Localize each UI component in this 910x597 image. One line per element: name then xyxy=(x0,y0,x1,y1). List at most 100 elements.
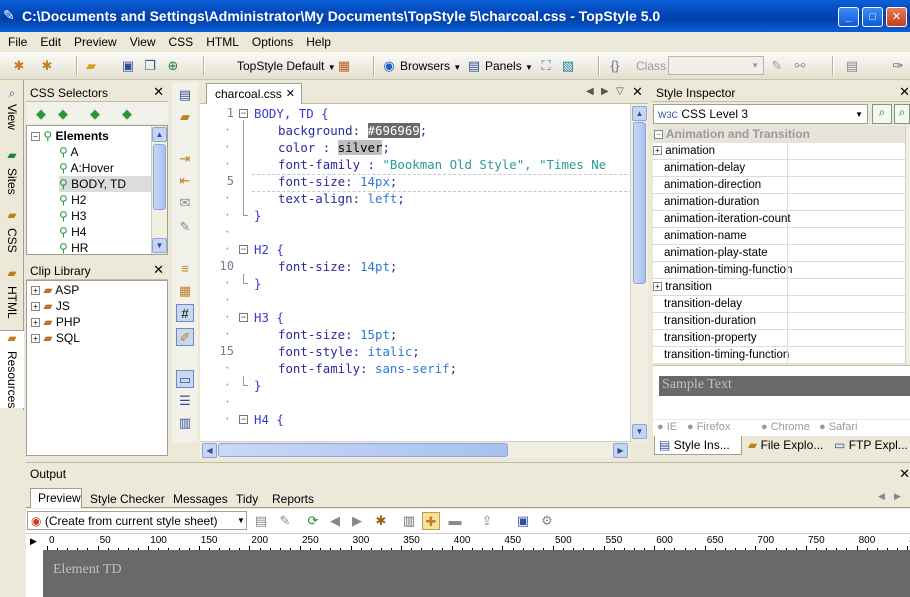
export-icon[interactable]: ⇪ xyxy=(478,512,496,530)
brush-icon[interactable]: ✐ xyxy=(176,328,194,346)
delete-selector-icon[interactable]: ◆ xyxy=(118,105,136,123)
menu-html[interactable]: HTML xyxy=(198,32,244,49)
browser-icon[interactable]: ◉ xyxy=(380,57,398,75)
panels-dropdown[interactable]: Panels ▼ xyxy=(485,56,533,76)
vtab-html[interactable]: ▰ HTML xyxy=(0,266,24,328)
upload-icon[interactable]: ⊕ xyxy=(164,57,182,75)
class-dropdown[interactable]: ▼ xyxy=(668,56,764,75)
scroll-down-icon[interactable]: ▼ xyxy=(632,424,647,439)
vtab-sites[interactable]: ▰ Sites xyxy=(0,148,24,208)
style-dropdown[interactable]: TopStyle Default ▼ xyxy=(237,56,336,76)
close-icon[interactable]: ✕ xyxy=(899,466,910,482)
tab-ftp-explorer[interactable]: ▭ FTP Expl... xyxy=(830,436,910,455)
inspector-property-row[interactable]: transition-timing-function xyxy=(653,347,905,364)
image-icon[interactable]: ▧ xyxy=(559,57,577,75)
tree-item[interactable]: ⚲ A:Hover xyxy=(59,160,114,176)
inspector-property-row[interactable]: + animation xyxy=(653,143,905,160)
fold-icon[interactable]: − xyxy=(239,109,248,118)
inspector-property-row[interactable]: animation-duration xyxy=(653,194,905,211)
comment-icon[interactable]: ✉ xyxy=(176,194,194,212)
scroll-thumb[interactable] xyxy=(633,122,646,284)
maximize-button[interactable]: □ xyxy=(862,7,883,27)
inspector-property-row[interactable]: transition-duration xyxy=(653,313,905,330)
split-horizontal-icon[interactable]: ☰ xyxy=(176,392,194,410)
forward-icon[interactable]: ▶ xyxy=(348,512,366,530)
vtab-resources[interactable]: ▰ Resources xyxy=(0,330,24,408)
close-icon[interactable]: ✕ xyxy=(632,84,643,100)
layout-icon[interactable]: ▥ xyxy=(400,512,418,530)
tab-charcoal-css[interactable]: charcoal.css ✕ xyxy=(206,83,302,104)
menu-preview[interactable]: Preview xyxy=(66,32,122,49)
tab-tidy[interactable]: Tidy xyxy=(236,490,258,510)
clip-folder[interactable]: + ▰ SQL xyxy=(31,330,80,346)
close-icon[interactable]: ✕ xyxy=(286,87,295,100)
close-icon[interactable]: ✕ xyxy=(153,84,164,100)
preview-doc-icon[interactable]: ▤ xyxy=(252,512,270,530)
code-braces-icon[interactable]: {} xyxy=(606,57,624,75)
back-icon[interactable]: ◀ xyxy=(326,512,344,530)
vtab-css[interactable]: ▰ CSS xyxy=(0,208,24,260)
edit-selector-icon[interactable]: ◆ xyxy=(86,105,104,123)
filter-icon[interactable]: ⌕ xyxy=(894,104,910,124)
inspector-property-row[interactable]: animation-iteration-count xyxy=(653,211,905,228)
split-vertical-icon[interactable]: ▥ xyxy=(176,414,194,432)
tab-style-inspector[interactable]: ▤ Style Ins... xyxy=(654,436,742,455)
tab-next-icon[interactable]: ▶ xyxy=(894,491,901,502)
open-icon[interactable]: ▰ xyxy=(176,108,194,126)
editor-hscrollbar[interactable]: ◀ ▶ xyxy=(200,441,630,458)
clip-folder[interactable]: + ▰ JS xyxy=(31,298,70,314)
menu-help[interactable]: Help xyxy=(298,32,336,49)
debug-icon[interactable]: ✱ xyxy=(372,512,390,530)
tree-item[interactable]: ⚲ A xyxy=(59,144,78,160)
indent-icon[interactable]: ⇥ xyxy=(176,150,194,168)
tab-reports[interactable]: Reports xyxy=(272,490,314,510)
validate-icon[interactable]: ▤ xyxy=(843,57,861,75)
inspector-property-row[interactable]: animation-play-state xyxy=(653,245,905,262)
fold-icon[interactable]: − xyxy=(239,415,248,424)
tab-style-checker[interactable]: Style Checker xyxy=(90,490,165,510)
inspector-group[interactable]: − Animation and Transition xyxy=(653,126,905,143)
close-button[interactable]: ✕ xyxy=(886,7,907,27)
ruler-play-icon[interactable]: ▶ xyxy=(30,536,37,547)
tree-item[interactable]: ⚲ HR xyxy=(59,240,88,256)
inspector-property-row[interactable]: transition-property xyxy=(653,330,905,347)
expand-icon[interactable]: + xyxy=(653,146,662,156)
menu-options[interactable]: Options xyxy=(244,32,298,49)
edit-class-icon[interactable]: ✎ xyxy=(768,57,786,75)
scroll-thumb[interactable] xyxy=(153,144,166,210)
tab-messages[interactable]: Messages xyxy=(173,490,228,510)
tree-item-selected[interactable]: ⚲ BODY, TD xyxy=(59,176,151,192)
color-hash-icon[interactable]: # xyxy=(176,304,194,322)
css-level-select[interactable]: W3C CSS Level 3 ▼ xyxy=(653,104,868,124)
fold-icon[interactable]: − xyxy=(239,245,248,254)
tab-list-icon[interactable]: ▽ xyxy=(616,86,624,97)
new-file-icon[interactable]: ✱ xyxy=(10,57,28,75)
preview-edit-icon[interactable]: ✎ xyxy=(276,512,294,530)
menu-css[interactable]: CSS xyxy=(161,32,199,49)
code-editor[interactable]: 1− BODY, TD {· background: #696969; · color … xyxy=(200,104,630,441)
resolution-icon[interactable]: ▬ xyxy=(446,512,464,530)
settings-icon[interactable]: ⚙ xyxy=(538,512,556,530)
scroll-up-icon[interactable]: ▲ xyxy=(632,106,647,121)
tree-root[interactable]: − ⚲ Elements xyxy=(31,128,109,144)
tab-prev-icon[interactable]: ◀ xyxy=(586,86,594,97)
inspector-property-row[interactable]: animation-delay xyxy=(653,160,905,177)
panels-icon[interactable]: ▤ xyxy=(465,57,483,75)
screenshot-icon[interactable]: ▣ xyxy=(514,512,532,530)
expand-icon[interactable]: + xyxy=(653,282,662,292)
find-property-icon[interactable]: ⌕ xyxy=(872,104,892,124)
single-view-icon[interactable]: ▭ xyxy=(176,370,194,388)
tree-item[interactable]: ⚲ H4 xyxy=(59,224,86,240)
document-icon[interactable]: ▤ xyxy=(176,86,194,104)
pencil-icon[interactable]: ✎ xyxy=(176,218,194,236)
scroll-left-icon[interactable]: ◀ xyxy=(202,443,217,458)
menu-file[interactable]: File xyxy=(0,32,32,49)
inspector-property-row[interactable]: animation-name xyxy=(653,228,905,245)
link-icon[interactable]: ⚯ xyxy=(791,57,809,75)
tools-icon[interactable]: ✑ xyxy=(889,57,907,75)
outdent-icon[interactable]: ⇤ xyxy=(176,172,194,190)
tab-next-icon[interactable]: ▶ xyxy=(601,86,609,97)
clip-folder[interactable]: + ▰ PHP xyxy=(31,314,81,330)
preview-source-select[interactable]: ◉ (Create from current style sheet) ▼ xyxy=(27,511,247,530)
refresh-icon[interactable]: ⟳ xyxy=(304,512,322,530)
